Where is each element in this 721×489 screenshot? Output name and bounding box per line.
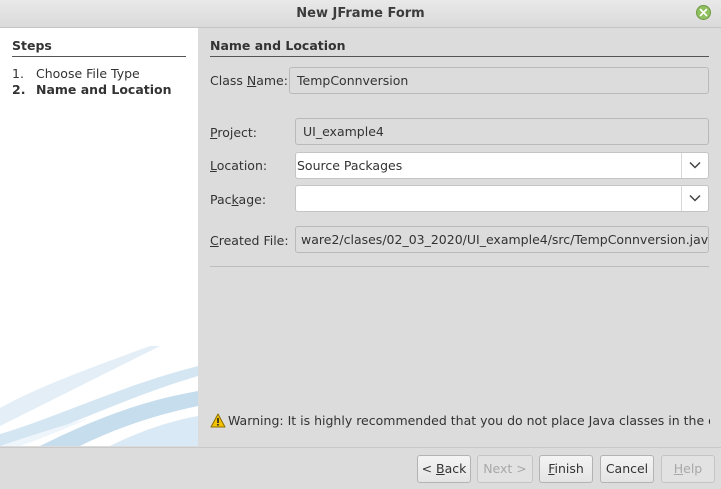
button-bar: < Back Next > Finish Cancel Help xyxy=(0,447,721,489)
class-name-label-post: ame: xyxy=(256,73,288,88)
package-dropdown-arrow[interactable] xyxy=(681,186,708,211)
next-label: Next > xyxy=(483,461,527,476)
steps-heading: Steps xyxy=(12,38,186,57)
package-label-mnemonic: k xyxy=(231,192,239,207)
back-label-mnemonic: B xyxy=(436,461,445,476)
step-name-and-location: 2. Name and Location xyxy=(12,82,172,97)
back-label-pre: < xyxy=(421,461,437,476)
cancel-button[interactable]: Cancel xyxy=(600,455,654,483)
close-button[interactable] xyxy=(696,5,711,20)
steps-panel: Steps 1. Choose File Type 2. Name and Loca… xyxy=(0,28,198,446)
decorative-swoosh-graphic xyxy=(0,346,198,446)
project-field: UI_example4 xyxy=(295,118,709,145)
step-number: 2. xyxy=(12,82,26,97)
warning-message: Warning: It is highly recommended that y… xyxy=(210,413,710,431)
section-heading: Name and Location xyxy=(210,38,709,57)
finish-button[interactable]: Finish xyxy=(539,455,593,483)
created-file-label-mnemonic: C xyxy=(210,233,219,248)
location-label-mnemonic: L xyxy=(210,158,217,173)
warning-text: Warning: It is highly recommended that y… xyxy=(228,413,710,428)
class-name-label: Class Name: xyxy=(210,73,288,88)
step-number: 1. xyxy=(12,66,24,81)
created-file-label-post: reated File: xyxy=(218,233,289,248)
location-selected-value: Source Packages xyxy=(297,158,403,173)
class-name-label-mnemonic: N xyxy=(246,73,257,88)
location-dropdown[interactable]: Source Packages xyxy=(295,152,709,179)
title-bar: New JFrame Form xyxy=(0,0,721,28)
separator xyxy=(210,266,709,267)
back-button[interactable]: < Back xyxy=(417,455,471,483)
package-label-pre: Pac xyxy=(210,192,232,207)
package-label: Package: xyxy=(210,192,266,207)
location-label: Location: xyxy=(210,158,267,173)
chevron-down-icon xyxy=(689,161,701,169)
cancel-label: Cancel xyxy=(605,461,649,476)
package-label-post: age: xyxy=(238,192,267,207)
next-button[interactable]: Next > xyxy=(477,455,533,483)
warning-icon xyxy=(210,413,226,428)
step-choose-file-type: 1. Choose File Type xyxy=(12,66,140,81)
help-label-post: elp xyxy=(683,461,703,476)
location-label-post: ocation: xyxy=(216,158,268,173)
help-button[interactable]: Help xyxy=(661,455,715,483)
created-file-label: Created File: xyxy=(210,233,289,248)
created-file-field: ware2/clases/02_03_2020/UI_example4/src/… xyxy=(295,226,709,253)
class-name-label-pre: Class xyxy=(210,73,247,88)
step-label: Choose File Type xyxy=(36,66,140,81)
step-label: Name and Location xyxy=(36,82,172,97)
package-dropdown[interactable] xyxy=(295,185,709,212)
location-dropdown-arrow[interactable] xyxy=(681,153,708,178)
chevron-down-icon xyxy=(689,194,701,202)
finish-label-post: inish xyxy=(554,461,584,476)
window-title: New JFrame Form xyxy=(296,6,425,21)
class-name-input[interactable]: TempConnversion xyxy=(289,67,709,94)
project-label-post: roject: xyxy=(217,125,257,140)
main-panel: Name and Location Class Name: TempConnve… xyxy=(199,28,721,446)
back-label-post: ack xyxy=(444,461,467,476)
help-label-mnemonic: H xyxy=(673,461,684,476)
close-icon xyxy=(699,8,708,17)
project-label: Project: xyxy=(210,125,257,140)
